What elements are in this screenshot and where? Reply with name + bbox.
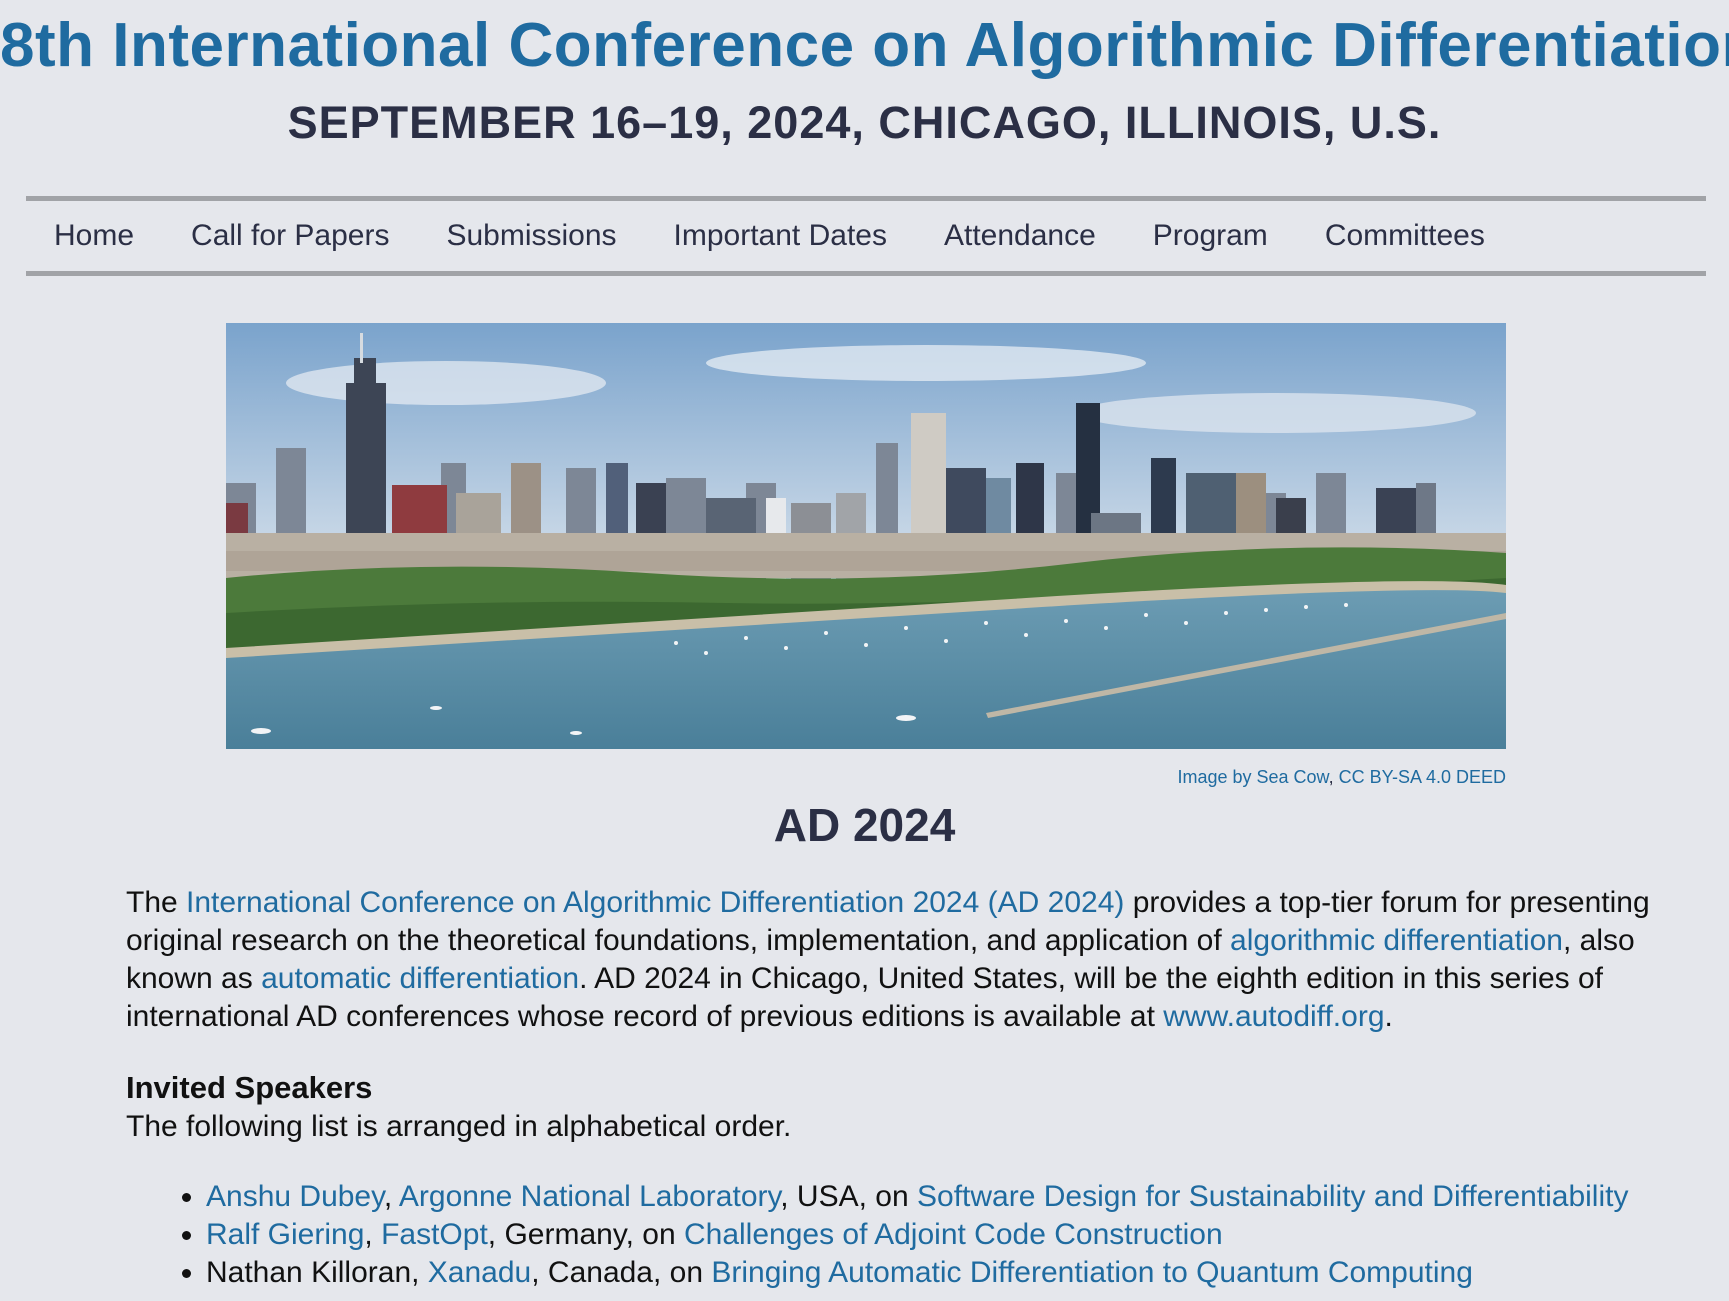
speaker-name: Nathan Killoran xyxy=(206,1256,412,1289)
intro-text: . AD 2024 in Chicago, United States, wil… xyxy=(579,962,1603,995)
nav-item-program[interactable]: Program xyxy=(1153,219,1268,253)
autodiff-site-link[interactable]: www.autodiff.org xyxy=(1163,1000,1384,1033)
credit-license-link[interactable]: CC BY-SA 4.0 DEED xyxy=(1339,767,1506,787)
invited-speakers-heading: Invited Speakers xyxy=(126,1070,373,1105)
intro-text: , also xyxy=(1563,924,1635,957)
intro-text: . xyxy=(1384,1000,1393,1033)
speaker-org-link[interactable]: Xanadu xyxy=(428,1256,531,1289)
talk-title-link[interactable]: Challenges of Adjoint Code Construction xyxy=(684,1218,1223,1251)
credit-separator: , xyxy=(1328,767,1334,787)
nav-item-important-dates[interactable]: Important Dates xyxy=(674,219,887,253)
separator: , xyxy=(364,1218,382,1251)
intro-text: original research on the theoretical fou… xyxy=(126,924,1231,957)
chicago-skyline-image xyxy=(226,323,1506,749)
nav-item-call-for-papers[interactable]: Call for Papers xyxy=(191,219,389,253)
separator: , xyxy=(411,1256,428,1289)
list-item: Anshu Dubey, Argonne National Laboratory… xyxy=(206,1178,1628,1216)
credit-author-link[interactable]: Sea Cow xyxy=(1257,767,1329,787)
talk-title-link[interactable]: Bringing Automatic Differentiation to Qu… xyxy=(711,1256,1473,1289)
credit-prefix: Image by xyxy=(1177,767,1252,787)
speakers-list: Anshu Dubey, Argonne National Laboratory… xyxy=(126,1178,1628,1292)
main-nav: Home Call for Papers Submissions Importa… xyxy=(26,196,1706,276)
speaker-country: , Germany, on xyxy=(487,1218,684,1251)
nav-item-submissions[interactable]: Submissions xyxy=(446,219,616,253)
image-credit: Image by Sea Cow, CC BY-SA 4.0 DEED xyxy=(226,767,1506,788)
intro-text: The xyxy=(126,886,187,919)
separator: , xyxy=(383,1180,399,1213)
speakers-note: The following list is arranged in alphab… xyxy=(126,1110,792,1143)
speaker-country: , USA, on xyxy=(780,1180,917,1213)
talk-title-link[interactable]: Software Design for Sustainability and D… xyxy=(917,1180,1628,1213)
intro-text: provides a top-tier forum for presenting xyxy=(1124,886,1650,919)
speaker-name-link[interactable]: Anshu Dubey xyxy=(206,1180,384,1213)
nav-item-home[interactable]: Home xyxy=(54,219,134,253)
page-title: AD 2024 xyxy=(773,799,956,851)
conference-link[interactable]: International Conference on Algorithmic … xyxy=(186,886,1124,919)
nav-item-committees[interactable]: Committees xyxy=(1325,219,1485,253)
automatic-differentiation-link[interactable]: automatic differentiation xyxy=(261,962,579,995)
speaker-country: , Canada, on xyxy=(531,1256,712,1289)
speaker-name-link[interactable]: Ralf Giering xyxy=(206,1218,364,1251)
speaker-org-link[interactable]: FastOpt xyxy=(381,1218,488,1251)
intro-text: known as xyxy=(126,962,262,995)
list-item: Nathan Killoran, Xanadu, Canada, on Brin… xyxy=(206,1254,1628,1292)
list-item: Ralf Giering, FastOpt, Germany, on Chall… xyxy=(206,1216,1628,1254)
site-subtitle: SEPTEMBER 16–19, 2024, CHICAGO, ILLINOIS… xyxy=(287,97,1442,148)
site-title: 8th International Conference on Algorith… xyxy=(0,11,1729,80)
speaker-org-link[interactable]: Argonne National Laboratory xyxy=(399,1180,780,1213)
intro-paragraph: The International Conference on Algorith… xyxy=(126,884,1650,1036)
intro-text: international AD conferences whose recor… xyxy=(126,1000,1164,1033)
nav-item-attendance[interactable]: Attendance xyxy=(944,219,1096,253)
algorithmic-differentiation-link[interactable]: algorithmic differentiation xyxy=(1230,924,1563,957)
